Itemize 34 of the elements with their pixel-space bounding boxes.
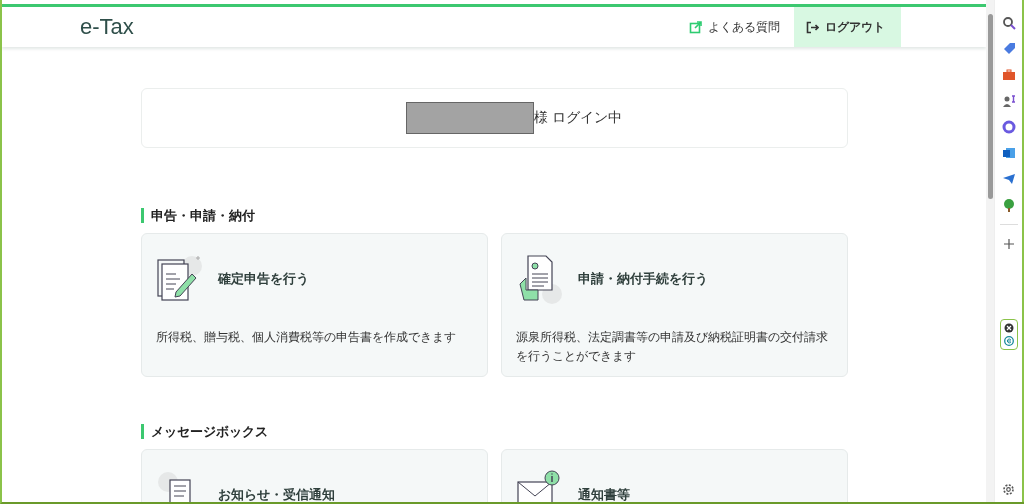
menu-card[interactable]: 申請・納付手続を行う 源泉所得税、法定調書等の申請及び納税証明書の交付請求を行うことができます xyxy=(500,233,848,377)
toolbox-icon[interactable] xyxy=(1001,68,1016,82)
logout-icon xyxy=(806,20,819,34)
faq-link[interactable]: よくある質問 xyxy=(675,7,794,47)
logout-button[interactable]: ログアウト xyxy=(794,7,901,47)
mail-app-icon[interactable] xyxy=(1001,146,1016,160)
card-title: 申請・納付手続を行う xyxy=(577,270,708,288)
menu-card[interactable]: お知らせ・受信通知 xyxy=(140,449,488,502)
tree-icon[interactable] xyxy=(1001,198,1016,212)
close-icon[interactable] xyxy=(1003,323,1014,333)
add-icon[interactable] xyxy=(1002,238,1015,250)
section-heading: メッセージボックス xyxy=(140,424,848,439)
document-pen-icon xyxy=(156,255,202,301)
scroll-icon xyxy=(157,472,191,502)
ring-icon[interactable] xyxy=(1001,120,1016,134)
people-icon[interactable] xyxy=(1001,94,1016,108)
hand-document-icon xyxy=(519,255,562,304)
envelope-info-icon xyxy=(516,470,559,502)
search-icon[interactable] xyxy=(1001,16,1016,30)
card-description: 所得税、贈与税、個人消費税等の申告書を作成できます xyxy=(155,329,457,346)
section-heading: 申告・申請・納付 xyxy=(140,208,848,223)
login-status-text: 様 ログイン中 xyxy=(533,109,623,127)
circle-e-icon[interactable] xyxy=(1003,336,1014,346)
card-title: 確定申告を行う xyxy=(217,270,309,288)
menu-card[interactable]: 通知書等 xyxy=(500,449,848,502)
settings-icon[interactable] xyxy=(1002,482,1015,496)
external-link-icon xyxy=(689,20,702,34)
card-title: お知らせ・受信通知 xyxy=(217,486,335,502)
floating-widget[interactable] xyxy=(999,319,1018,350)
card-description: 源泉所得税、法定調書等の申請及び納税証明書の交付請求を行うことができます xyxy=(515,329,829,365)
menu-card[interactable]: 確定申告を行う 所得税、贈与税、個人消費税等の申告書を作成できます xyxy=(140,233,488,377)
card-title: 通知書等 xyxy=(577,486,630,502)
scrollbar-thumb[interactable] xyxy=(987,14,993,199)
site-logo[interactable]: e-Tax xyxy=(80,14,134,40)
